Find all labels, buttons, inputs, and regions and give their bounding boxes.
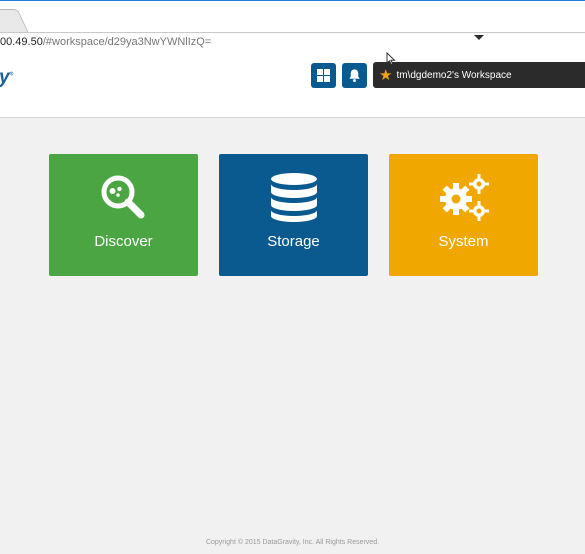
logo[interactable]: y® <box>0 67 13 89</box>
notifications-button[interactable] <box>342 63 367 88</box>
discover-label: Discover <box>94 233 153 250</box>
storage-label: Storage <box>267 233 320 250</box>
copyright-footer: Copyright © 2015 DataGravity, Inc. All R… <box>205 539 380 546</box>
browser-tab-strip <box>0 0 585 36</box>
grid-icon <box>317 69 330 82</box>
url-text[interactable]: 00.49.50/#workspace/d29ya3NwYWNlIzQ= <box>0 36 211 48</box>
bell-icon <box>349 69 360 82</box>
url-path: /#workspace/d29ya3NwYWNlIzQ= <box>42 36 212 48</box>
workspace-caret <box>474 35 484 40</box>
address-bar[interactable]: 00.49.50/#workspace/d29ya3NwYWNlIzQ= <box>0 32 585 54</box>
workspace-label: tm\dgdemo2's Workspace <box>396 69 512 81</box>
database-icon <box>270 173 317 222</box>
storage-tile[interactable]: Storage <box>219 154 368 276</box>
mouse-cursor-icon <box>386 52 396 66</box>
app-header: y® ★ tm\dgdemo2's Workspace <box>0 53 585 118</box>
star-icon: ★ <box>379 66 393 84</box>
logo-text: y <box>0 67 10 88</box>
url-host: 00.49.50 <box>0 36 43 48</box>
system-label: System <box>438 233 489 250</box>
dashboard-grid-button[interactable] <box>311 63 336 88</box>
system-tile[interactable]: System <box>389 154 538 276</box>
magnifier-icon <box>101 175 144 219</box>
workspace-selector[interactable]: ★ tm\dgdemo2's Workspace <box>373 62 585 88</box>
gears-icon <box>439 174 489 221</box>
discover-tile[interactable]: Discover <box>49 154 198 276</box>
